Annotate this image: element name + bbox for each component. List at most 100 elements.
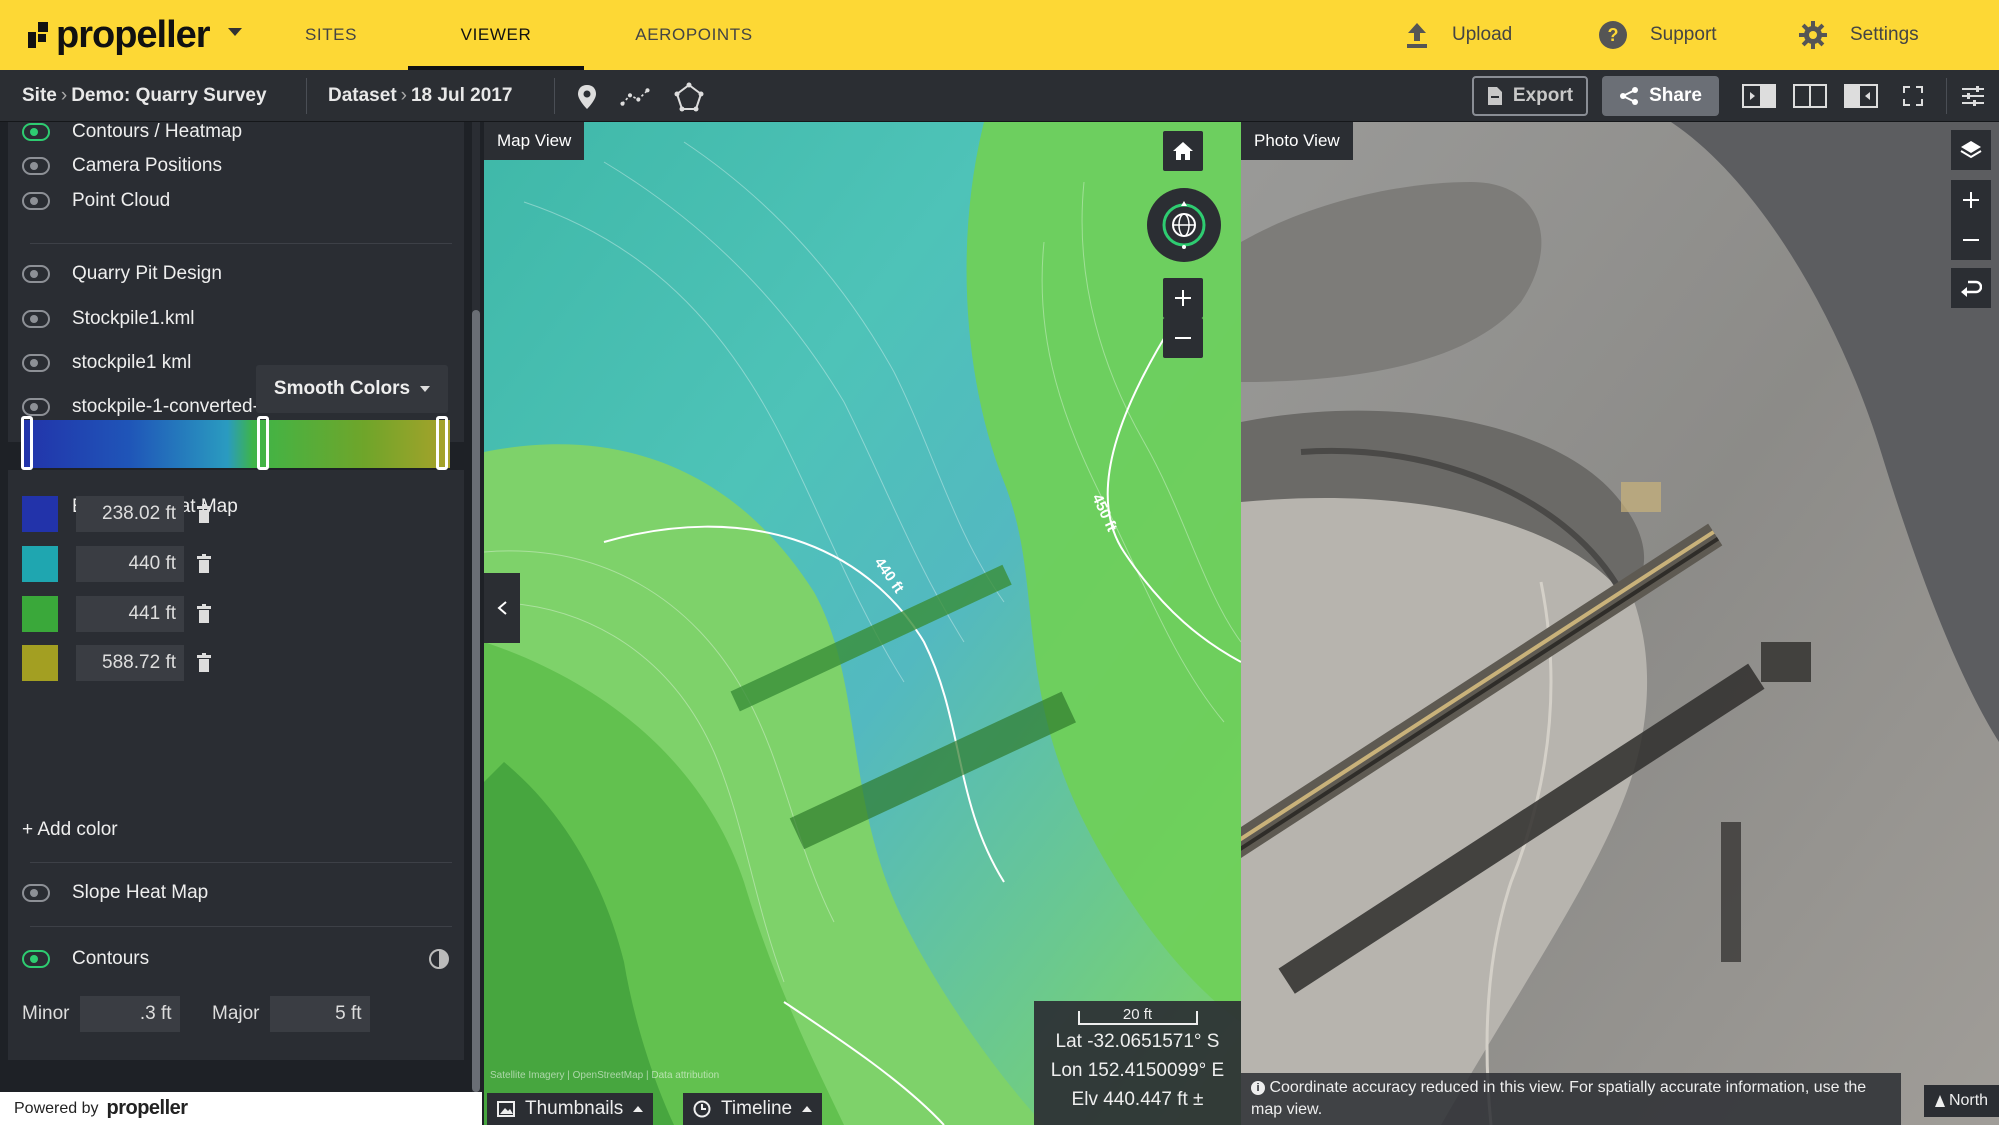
fullscreen-icon[interactable] bbox=[1896, 84, 1930, 108]
contrast-icon[interactable] bbox=[428, 948, 450, 970]
toolbar-divider bbox=[306, 78, 307, 114]
trash-icon[interactable] bbox=[196, 604, 212, 624]
color-stop-row: 440 ft bbox=[22, 546, 212, 582]
photo-zoom-out-button[interactable] bbox=[1951, 220, 1991, 260]
clock-icon bbox=[693, 1100, 711, 1118]
aerial-photo[interactable] bbox=[1241, 122, 1999, 1125]
layout-map-right-icon[interactable] bbox=[1742, 84, 1776, 108]
visibility-toggle-icon[interactable] bbox=[22, 157, 50, 175]
photo-zoom-in-button[interactable] bbox=[1951, 180, 1991, 220]
reset-rotation-button[interactable] bbox=[1951, 268, 1991, 308]
color-swatch[interactable] bbox=[22, 546, 58, 582]
photo-view[interactable]: Photo View bbox=[1241, 122, 1999, 1125]
breadcrumb-dataset[interactable]: Dataset › 18 Jul 2017 bbox=[328, 70, 512, 122]
visibility-toggle-icon[interactable] bbox=[22, 265, 50, 283]
photo-accuracy-message: i Coordinate accuracy reduced in this vi… bbox=[1241, 1073, 1901, 1125]
polygon-tool-icon[interactable] bbox=[674, 82, 704, 112]
layer-label: Camera Positions bbox=[72, 155, 222, 176]
propeller-logo[interactable]: propeller bbox=[28, 14, 211, 56]
upload-button[interactable]: Upload bbox=[1404, 0, 1512, 70]
share-button[interactable]: Share bbox=[1602, 76, 1719, 116]
chevron-up-icon bbox=[802, 1106, 813, 1112]
support-button[interactable]: ? Support bbox=[1598, 0, 1717, 70]
elevation-heatmap-image[interactable]: 440 ft 450 ft bbox=[484, 122, 1241, 1125]
north-indicator[interactable]: North bbox=[1924, 1085, 1999, 1117]
visibility-toggle-icon[interactable] bbox=[22, 950, 50, 968]
gradient-handle[interactable] bbox=[21, 416, 33, 470]
help-icon: ? bbox=[1599, 21, 1627, 49]
map-attribution[interactable]: Satellite Imagery | OpenStreetMap | Data… bbox=[490, 1070, 719, 1081]
export-button[interactable]: Export bbox=[1472, 76, 1588, 116]
powered-by-footer[interactable]: Powered by propeller bbox=[0, 1092, 482, 1125]
map-view-label: Map View bbox=[484, 122, 585, 160]
collapse-panel-button[interactable] bbox=[484, 573, 520, 643]
coordinate-readout: 20 ft Lat -32.0651571° S Lon 152.4150099… bbox=[1034, 1001, 1241, 1125]
sliders-icon[interactable] bbox=[1956, 84, 1990, 108]
thumbnails-tab[interactable]: Thumbnails bbox=[487, 1093, 654, 1125]
layer-item-stockpile1-kml-2[interactable]: stockpile1 kml bbox=[22, 348, 191, 378]
home-button[interactable] bbox=[1163, 131, 1203, 171]
layer-item-point-cloud[interactable]: Point Cloud bbox=[22, 186, 170, 216]
chevron-left-icon bbox=[497, 601, 507, 615]
settings-button[interactable]: Settings bbox=[1798, 0, 1919, 70]
slope-heatmap-row[interactable]: Slope Heat Map bbox=[22, 878, 208, 908]
polyline-tool-icon[interactable] bbox=[620, 82, 650, 112]
layer-item-stockpile1-kml[interactable]: Stockpile1.kml bbox=[22, 304, 195, 334]
add-color-button[interactable]: + Add color bbox=[22, 819, 118, 841]
powered-by-label: Powered by bbox=[14, 1099, 99, 1117]
minus-icon bbox=[1963, 239, 1979, 241]
elevation-value-input[interactable]: 441 ft bbox=[76, 596, 184, 632]
layer-item-camera-positions[interactable]: Camera Positions bbox=[22, 151, 222, 181]
elevation-value-input[interactable]: 238.02 ft bbox=[76, 496, 184, 532]
trash-icon[interactable] bbox=[196, 554, 212, 574]
color-stop-row: 588.72 ft bbox=[22, 645, 212, 681]
major-interval-input[interactable]: 5 ft bbox=[269, 996, 370, 1032]
visibility-toggle-icon[interactable] bbox=[22, 884, 50, 902]
compass-globe-button[interactable] bbox=[1147, 188, 1221, 262]
elevation-value-input[interactable]: 440 ft bbox=[76, 546, 184, 582]
zoom-out-button[interactable] bbox=[1163, 318, 1203, 358]
visibility-toggle-icon[interactable] bbox=[22, 310, 50, 328]
support-label: Support bbox=[1650, 24, 1717, 45]
logo-dropdown-icon[interactable] bbox=[228, 28, 242, 36]
tab-aeropoints[interactable]: AEROPOINTS bbox=[624, 0, 764, 70]
timeline-tab[interactable]: Timeline bbox=[683, 1093, 823, 1125]
gradient-handle[interactable] bbox=[257, 416, 269, 470]
color-mode-dropdown[interactable]: Smooth Colors bbox=[256, 365, 448, 413]
elevation-gradient-bar[interactable] bbox=[21, 416, 450, 470]
contours-row[interactable]: Contours bbox=[22, 944, 149, 974]
layer-item-contours-heatmap[interactable]: Contours / Heatmap bbox=[22, 117, 242, 147]
gradient-handle[interactable] bbox=[436, 416, 448, 470]
minor-interval-input[interactable]: .3 ft bbox=[79, 996, 180, 1032]
color-swatch[interactable] bbox=[22, 596, 58, 632]
panel-scrollbar-thumb[interactable] bbox=[472, 310, 480, 1092]
color-swatch[interactable] bbox=[22, 496, 58, 532]
plus-icon bbox=[1175, 290, 1191, 306]
marker-tool-icon[interactable] bbox=[572, 82, 602, 112]
visibility-toggle-icon[interactable] bbox=[22, 398, 50, 416]
layer-item-quarry-pit-design[interactable]: Quarry Pit Design bbox=[22, 259, 222, 289]
layers-button[interactable] bbox=[1951, 130, 1991, 170]
minor-interval: Minor .3 ft bbox=[22, 996, 180, 1032]
upload-icon bbox=[1407, 23, 1427, 48]
zoom-in-button[interactable] bbox=[1163, 278, 1203, 318]
tab-viewer[interactable]: VIEWER bbox=[408, 0, 584, 70]
layout-split-icon[interactable] bbox=[1793, 84, 1827, 108]
visibility-toggle-icon[interactable] bbox=[22, 123, 50, 141]
share-icon bbox=[1620, 87, 1639, 105]
rotate-back-icon bbox=[1961, 280, 1982, 297]
map-view[interactable]: 440 ft 450 ft Map View Satellite Imagery… bbox=[484, 122, 1241, 1125]
breadcrumb-site[interactable]: Site › Demo: Quarry Survey bbox=[22, 70, 267, 122]
layout-map-left-icon[interactable] bbox=[1844, 84, 1878, 108]
trash-icon[interactable] bbox=[196, 504, 212, 524]
svg-text:?: ? bbox=[1608, 25, 1619, 45]
tab-sites[interactable]: SITES bbox=[296, 0, 366, 70]
image-icon bbox=[497, 1101, 515, 1117]
elevation-value-input[interactable]: 588.72 ft bbox=[76, 645, 184, 681]
trash-icon[interactable] bbox=[196, 653, 212, 673]
visibility-toggle-icon[interactable] bbox=[22, 354, 50, 372]
visibility-toggle-icon[interactable] bbox=[22, 192, 50, 210]
color-swatch[interactable] bbox=[22, 645, 58, 681]
accuracy-message-text: Coordinate accuracy reduced in this view… bbox=[1251, 1079, 1867, 1118]
minus-icon bbox=[1175, 337, 1191, 339]
